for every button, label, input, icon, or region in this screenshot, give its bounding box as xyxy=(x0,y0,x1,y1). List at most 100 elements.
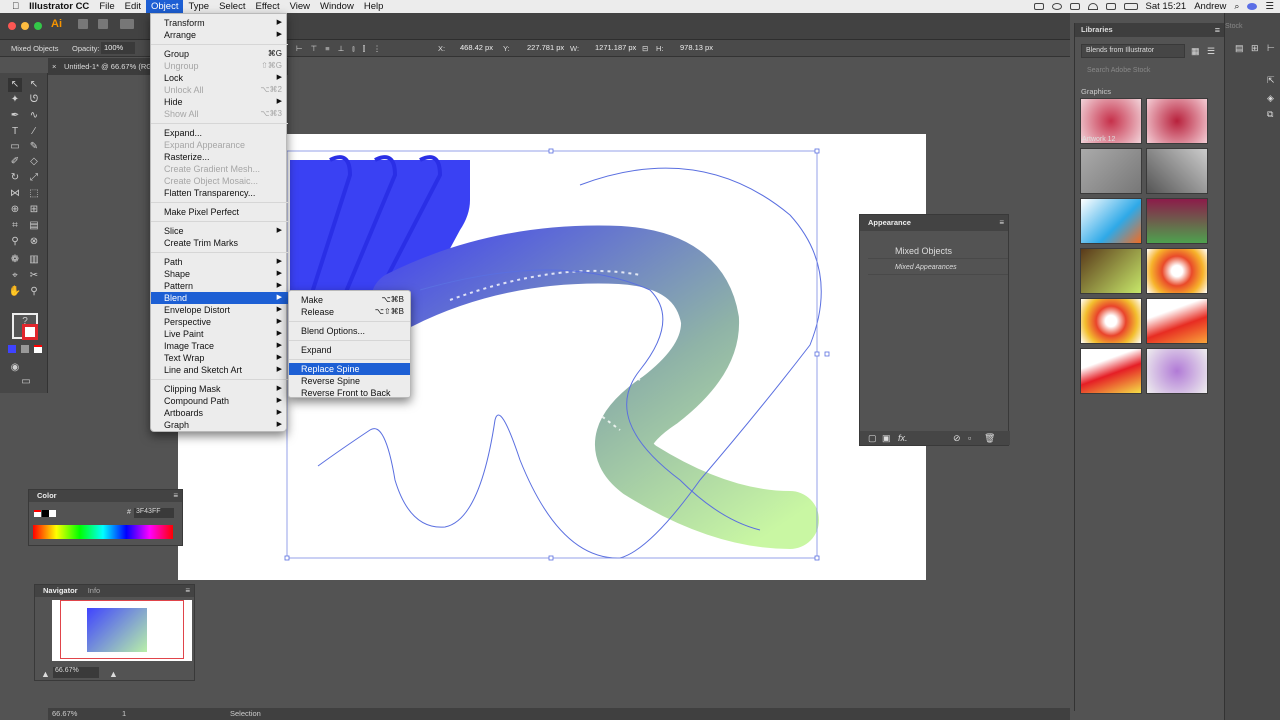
arrange-documents-icon[interactable] xyxy=(120,19,134,29)
menu-file[interactable]: File xyxy=(94,0,119,13)
column-graph-tool-icon[interactable]: ▥ xyxy=(27,253,41,267)
white-swatch[interactable] xyxy=(49,510,56,517)
paintbrush-tool-icon[interactable]: ✎ xyxy=(27,140,41,154)
volume-icon[interactable] xyxy=(1105,3,1116,10)
list-view-icon[interactable]: ☰ xyxy=(1207,46,1215,57)
libraries-title[interactable]: Libraries xyxy=(1075,23,1224,37)
clock[interactable]: Sat 15:21 xyxy=(1146,1,1187,12)
app-menu[interactable]: Illustrator CC xyxy=(24,0,94,13)
color-title[interactable]: Color xyxy=(29,490,182,502)
object-menu-text-wrap[interactable]: Text Wrap ▶ xyxy=(151,352,288,364)
color-mode-icon[interactable] xyxy=(8,345,16,353)
minimize-window-button[interactable] xyxy=(21,22,29,30)
status-current-tool[interactable]: Selection xyxy=(230,708,261,720)
stock-search-input[interactable]: Search Adobe Stock xyxy=(1075,65,1217,77)
bridge-icon[interactable] xyxy=(78,19,88,29)
menu-window[interactable]: Window xyxy=(315,0,359,13)
object-menu-hide[interactable]: Hide ▶ xyxy=(151,96,288,108)
appearance-row-type[interactable]: Mixed Objects xyxy=(868,244,1008,259)
slice-tool-icon[interactable]: ✂ xyxy=(27,269,41,283)
library-graphic[interactable] xyxy=(1146,348,1208,394)
navigator-zoom-field[interactable]: 66.67% xyxy=(53,667,99,678)
navigator-panel-menu-icon[interactable]: ≡ xyxy=(185,586,190,595)
artboard-tool-icon[interactable]: ⌖ xyxy=(8,269,22,283)
rectangle-tool-icon[interactable]: ▭ xyxy=(8,140,22,154)
blend-menu-release[interactable]: Release ⌥⇧⌘B xyxy=(289,306,410,318)
object-menu-compound-path[interactable]: Compound Path ▶ xyxy=(151,395,288,407)
object-menu-blend[interactable]: Blend ▶ xyxy=(151,292,288,304)
align-panel-icon[interactable]: ⊞ xyxy=(1251,43,1259,54)
siri-icon[interactable] xyxy=(1247,3,1258,10)
eyedropper-tool-icon[interactable]: ⚲ xyxy=(8,235,22,249)
user-name[interactable]: Andrew xyxy=(1194,1,1226,12)
width-tool-icon[interactable]: ⋈ xyxy=(8,187,22,201)
gradient-mode-icon[interactable] xyxy=(21,345,29,353)
library-graphic[interactable] xyxy=(1080,348,1142,394)
magic-wand-tool-icon[interactable]: ✦ xyxy=(8,93,22,107)
h-field[interactable]: 978.13 px xyxy=(677,42,721,54)
object-menu-group[interactable]: Group ⌘G xyxy=(151,48,288,60)
libraries-panel-menu-icon[interactable]: ≡ xyxy=(1215,25,1220,35)
blend-menu-replace-spine[interactable]: Replace Spine xyxy=(289,363,410,375)
fill-none-swatch[interactable] xyxy=(34,510,41,517)
x-field[interactable]: 468.42 px xyxy=(457,42,497,54)
menu-edit[interactable]: Edit xyxy=(120,0,146,13)
opacity-field[interactable]: 100% xyxy=(101,42,135,54)
artboards-icon[interactable]: ⧉ xyxy=(1267,109,1273,120)
navigator-view-box[interactable] xyxy=(60,600,184,659)
zoom-out-icon[interactable]: ▲ xyxy=(41,669,50,679)
menu-select[interactable]: Select xyxy=(214,0,250,13)
navigator-tab[interactable]: Navigator xyxy=(39,585,82,597)
wifi-icon[interactable] xyxy=(1087,3,1098,10)
symbol-sprayer-tool-icon[interactable]: ❁ xyxy=(8,253,22,267)
type-tool-icon[interactable]: T xyxy=(8,125,22,139)
align-icons[interactable]: ⊢ ⊤ ≡ ⊥ ⫾ ⫿ ⋮ xyxy=(296,44,384,54)
info-tab[interactable]: Info xyxy=(84,585,105,597)
selection-tool-icon[interactable]: ↖ xyxy=(8,78,22,92)
object-menu-path[interactable]: Path ▶ xyxy=(151,256,288,268)
properties-icon[interactable]: ▤ xyxy=(1235,43,1244,54)
library-graphic[interactable] xyxy=(1080,148,1142,194)
spotlight-icon[interactable]: ⌕ xyxy=(1234,1,1239,12)
clear-appearance-icon[interactable]: ⊘ xyxy=(953,433,961,444)
rotate-tool-icon[interactable]: ↻ xyxy=(8,171,22,185)
blend-menu-blend-options[interactable]: Blend Options... xyxy=(289,325,410,337)
gradient-tool-icon[interactable]: ▤ xyxy=(27,219,41,233)
stock-icon[interactable] xyxy=(98,19,108,29)
library-graphic[interactable] xyxy=(1146,148,1208,194)
perspective-grid-tool-icon[interactable]: ⊞ xyxy=(27,203,41,217)
shaper-tool-icon[interactable]: ✐ xyxy=(8,155,22,169)
menu-object[interactable]: Object xyxy=(146,0,184,13)
mesh-tool-icon[interactable]: ⌗ xyxy=(8,219,22,233)
object-menu-perspective[interactable]: Perspective ▶ xyxy=(151,316,288,328)
creative-cloud-icon[interactable] xyxy=(1051,3,1062,10)
object-menu-image-trace[interactable]: Image Trace ▶ xyxy=(151,340,288,352)
shape-builder-tool-icon[interactable]: ⊕ xyxy=(8,203,22,217)
transform-panel-icon[interactable]: ⊢ xyxy=(1267,43,1275,54)
object-menu-flatten-transparency[interactable]: Flatten Transparency... xyxy=(151,187,288,199)
blend-menu-make[interactable]: Make ⌥⌘B xyxy=(289,294,410,306)
object-menu-arrange[interactable]: Arrange ▶ xyxy=(151,29,288,41)
blend-tool-icon[interactable]: ⊗ xyxy=(27,235,41,249)
library-graphic[interactable] xyxy=(1080,248,1142,294)
menu-view[interactable]: View xyxy=(285,0,315,13)
airplay-icon[interactable] xyxy=(1069,3,1080,10)
library-graphic[interactable] xyxy=(1146,298,1208,344)
library-selector[interactable]: Blends from Illustrator xyxy=(1081,44,1185,58)
add-fill-icon[interactable]: ▣ xyxy=(882,433,891,444)
document-tab[interactable]: Untitled-1* @ 66.67% (RGB xyxy=(52,58,157,75)
object-menu-rasterize[interactable]: Rasterize... xyxy=(151,151,288,163)
zoom-window-button[interactable] xyxy=(34,22,42,30)
direct-selection-tool-icon[interactable]: ↖ xyxy=(27,78,41,92)
appearance-row-appearance[interactable]: Mixed Appearances xyxy=(868,260,1008,275)
add-stroke-icon[interactable]: ▢ xyxy=(868,433,877,444)
object-menu-make-pixel-perfect[interactable]: Make Pixel Perfect xyxy=(151,206,288,218)
layers-icon[interactable]: ◈ xyxy=(1267,93,1274,104)
menu-type[interactable]: Type xyxy=(183,0,214,13)
object-menu-graph[interactable]: Graph ▶ xyxy=(151,419,288,431)
blend-menu-expand[interactable]: Expand xyxy=(289,344,410,356)
library-graphic[interactable] xyxy=(1080,298,1142,344)
none-mode-icon[interactable] xyxy=(34,345,42,353)
appearance-panel-menu-icon[interactable]: ≡ xyxy=(999,218,1004,227)
hand-tool-icon[interactable]: ✋ xyxy=(8,285,22,299)
